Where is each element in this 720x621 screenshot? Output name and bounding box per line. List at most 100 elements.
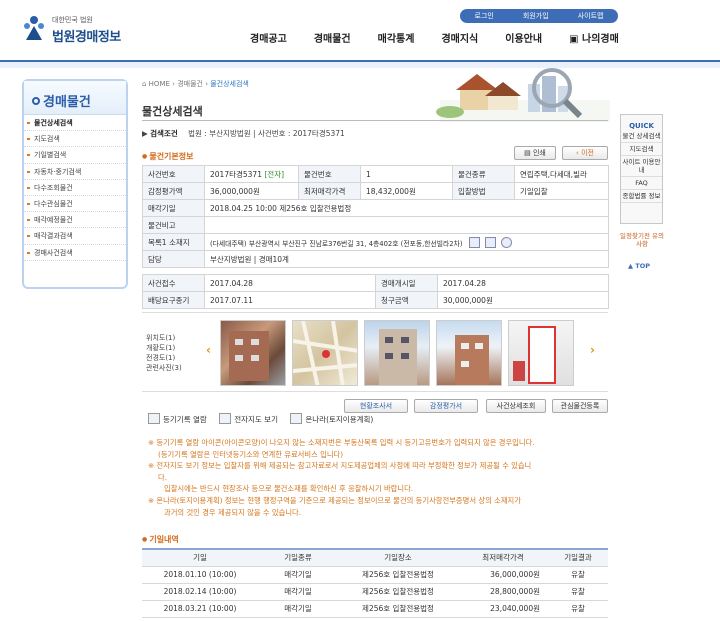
map-link[interactable]: 전자지도 보기 [234, 415, 278, 424]
building-photo-icon [229, 331, 269, 381]
table-row: 목록1 소재지 (다세대주택) 부산광역시 부산진구 진남로376번길 31, … [142, 233, 609, 251]
photo-label-view[interactable]: 전경도(1) [146, 353, 182, 363]
breadcrumb-level1[interactable]: 경매물건 [177, 80, 203, 88]
printer-icon: ▤ [524, 149, 533, 157]
gnb-sale-stats[interactable]: 매각통계 [378, 30, 415, 45]
quick-site-guide[interactable]: 사이트 이용안내 [621, 156, 662, 177]
left-nav-title: 경매물건 [24, 81, 126, 115]
item-type-value: 연립주택,다세대,빌라 [514, 165, 609, 183]
receipt-value: 2017.04.28 [204, 274, 376, 292]
map-icon[interactable] [484, 236, 496, 248]
photo-thumbnail[interactable] [436, 320, 502, 386]
notice-text: ※ 등기기록 열람 아이콘(아이콘모양)이 나오지 않는 소재지번은 부동산목록… [148, 437, 608, 518]
photo-label-location[interactable]: 위치도(1) [146, 333, 182, 343]
sale-date-label: 매각기일 [142, 199, 205, 217]
gnb-guide[interactable]: 이용안내 [505, 30, 542, 45]
lnb-item-most-interest[interactable]: 다수관심물건 [24, 196, 126, 213]
top-button[interactable]: ▲ TOP [628, 262, 650, 270]
print-button-label: 인쇄 [532, 149, 546, 157]
item-no-label: 물건번호 [298, 165, 361, 183]
quick-faq[interactable]: FAQ [621, 177, 662, 190]
bullet-icon [32, 97, 40, 105]
top-button-label: TOP [635, 262, 650, 270]
logo-title: 법원경매정보 [52, 30, 121, 45]
home-icon: ⌂ [142, 80, 149, 88]
dividend-value: 2017.07.11 [204, 291, 376, 309]
history-place: 제256호 입찰전용법정 [338, 566, 458, 584]
lnb-item-date-search[interactable]: 기일별검색 [24, 147, 126, 164]
sitemap-link[interactable]: 사이트맵 [578, 11, 604, 21]
land-use-link[interactable]: 온나라(토지이용계획) [305, 415, 373, 424]
case-detail-button[interactable]: 사건상세조회 [486, 399, 546, 413]
breadcrumb: ⌂ HOME › 경매물건 › 물건상세검색 [142, 79, 249, 89]
gnb-auction-knowledge[interactable]: 경매지식 [441, 30, 478, 45]
gnb-auction-items[interactable]: 경매물건 [314, 30, 351, 45]
map-thumbnail[interactable] [292, 320, 358, 386]
lnb-item-scheduled[interactable]: 매각예정물건 [24, 212, 126, 229]
add-interest-button[interactable]: 관심물건등록 [552, 399, 608, 413]
left-nav: 경매물건 물건상세검색 지도검색 기일별검색 자동차·중기검색 다수조회물건 다… [22, 79, 128, 289]
lnb-item-detail-search[interactable]: 물건상세검색 [24, 115, 126, 132]
chevron-left-icon[interactable]: ‹ [206, 343, 211, 357]
lnb-item-result-search[interactable]: 매각결과검색 [24, 228, 126, 245]
photo-thumbnail[interactable] [508, 320, 574, 386]
appraisal-report-button[interactable]: 감정평가서 [414, 399, 478, 413]
case-no-cell: 2017타경5371 [전자] [204, 165, 299, 183]
site-logo[interactable]: 대한민국 법원 법원경매정보 [22, 12, 142, 46]
bid-method-label: 입찰방법 [452, 182, 515, 200]
history-header-price: 최저매각가격 [458, 548, 548, 567]
print-button[interactable]: ▤ 인쇄 [514, 146, 556, 160]
list-address-cell: (다세대주택) 부산광역시 부산진구 진남로376번길 31, 4층402호 (… [204, 233, 609, 251]
quick-title: QUICK [629, 122, 654, 130]
table-row: 매각기일 2018.04.25 10:00 제256호 입찰전용법정 [142, 199, 609, 217]
notice-line: ※ 온나라(토지이용계획) 정보는 현행 행정구역을 기준으로 제공되는 정보이… [148, 495, 521, 505]
page-title: 물건상세검색 [142, 105, 203, 118]
gnb-auction-notice[interactable]: 경매공고 [250, 30, 287, 45]
land-use-icon [290, 413, 303, 424]
case-info-table: 사건접수 2017.04.28 경매개시일 2017.04.28 배당요구종기 … [142, 274, 609, 309]
history-result: 유찰 [548, 566, 608, 584]
list-address-value: (다세대주택) 부산광역시 부산진구 진남로376번길 31, 4층402호 (… [210, 239, 463, 248]
link-row: 등기기록 열람 전자지도 보기 온나라(토지이용계획) [148, 413, 373, 425]
history-type: 매각기일 [258, 566, 338, 584]
lnb-item-case-search[interactable]: 경매사건검색 [24, 245, 126, 261]
photo-label-overview[interactable]: 개황도(1) [146, 343, 182, 353]
history-header-place: 기일장소 [338, 548, 458, 567]
signup-link[interactable]: 회원가입 [523, 11, 549, 21]
history-price: 28,800,000원 [458, 583, 548, 601]
start-label: 경매개시일 [375, 274, 438, 292]
court-logo-icon [24, 16, 44, 40]
prev-button[interactable]: ‹ 이전 [562, 146, 608, 160]
min-price-value: 18,432,000원 [360, 182, 453, 200]
item-no-value: 1 [360, 165, 453, 183]
lnb-item-most-viewed[interactable]: 다수조회물건 [24, 180, 126, 196]
photo-label-related[interactable]: 관련사진(3) [146, 363, 182, 373]
gnb-my-auction[interactable]: ▣ 나의경매 [569, 30, 619, 45]
note-value [204, 216, 609, 234]
lnb-item-map-search[interactable]: 지도검색 [24, 131, 126, 148]
table-row: 감정평가액 36,000,000원 최저매각가격 18,432,000원 입찰방… [142, 182, 609, 200]
electronic-tag: [전자] [264, 169, 285, 179]
login-link[interactable]: 로그인 [475, 11, 494, 21]
map-photo-icon [293, 321, 357, 385]
table-row: 2018.02.14 (10:00) 매각기일 제256호 입찰전용법정 28,… [142, 583, 608, 601]
building-photo-icon [379, 329, 417, 385]
breadcrumb-current: 물건상세검색 [210, 80, 249, 88]
survey-report-button[interactable]: 현황조사서 [344, 399, 408, 413]
quick-law-info[interactable]: 종합법률 정보 [621, 190, 662, 203]
land-use-icon[interactable] [501, 236, 512, 248]
receipt-label: 사건접수 [142, 274, 205, 292]
chevron-right-icon[interactable]: › [590, 343, 595, 357]
photo-thumbnail[interactable] [364, 320, 430, 386]
quick-map-search[interactable]: 지도검색 [621, 143, 662, 156]
registry-icon[interactable] [468, 236, 480, 248]
quick-notice-link[interactable]: 일정찾기전 유의사항 [618, 232, 666, 248]
photo-thumbnail[interactable] [220, 320, 286, 386]
table-row: 2018.03.21 (10:00) 매각기일 제256호 입찰전용법정 23,… [142, 600, 608, 618]
history-type: 매각기일 [258, 600, 338, 618]
registry-link[interactable]: 등기기록 열람 [163, 415, 207, 424]
breadcrumb-home[interactable]: HOME [149, 80, 170, 88]
lnb-item-vehicle-search[interactable]: 자동차·중기검색 [24, 164, 126, 180]
quick-detail-search[interactable]: 물건 상세검색 [621, 130, 662, 143]
quick-menu: QUICK 물건 상세검색 지도검색 사이트 이용안내 FAQ 종합법률 정보 [620, 114, 663, 224]
